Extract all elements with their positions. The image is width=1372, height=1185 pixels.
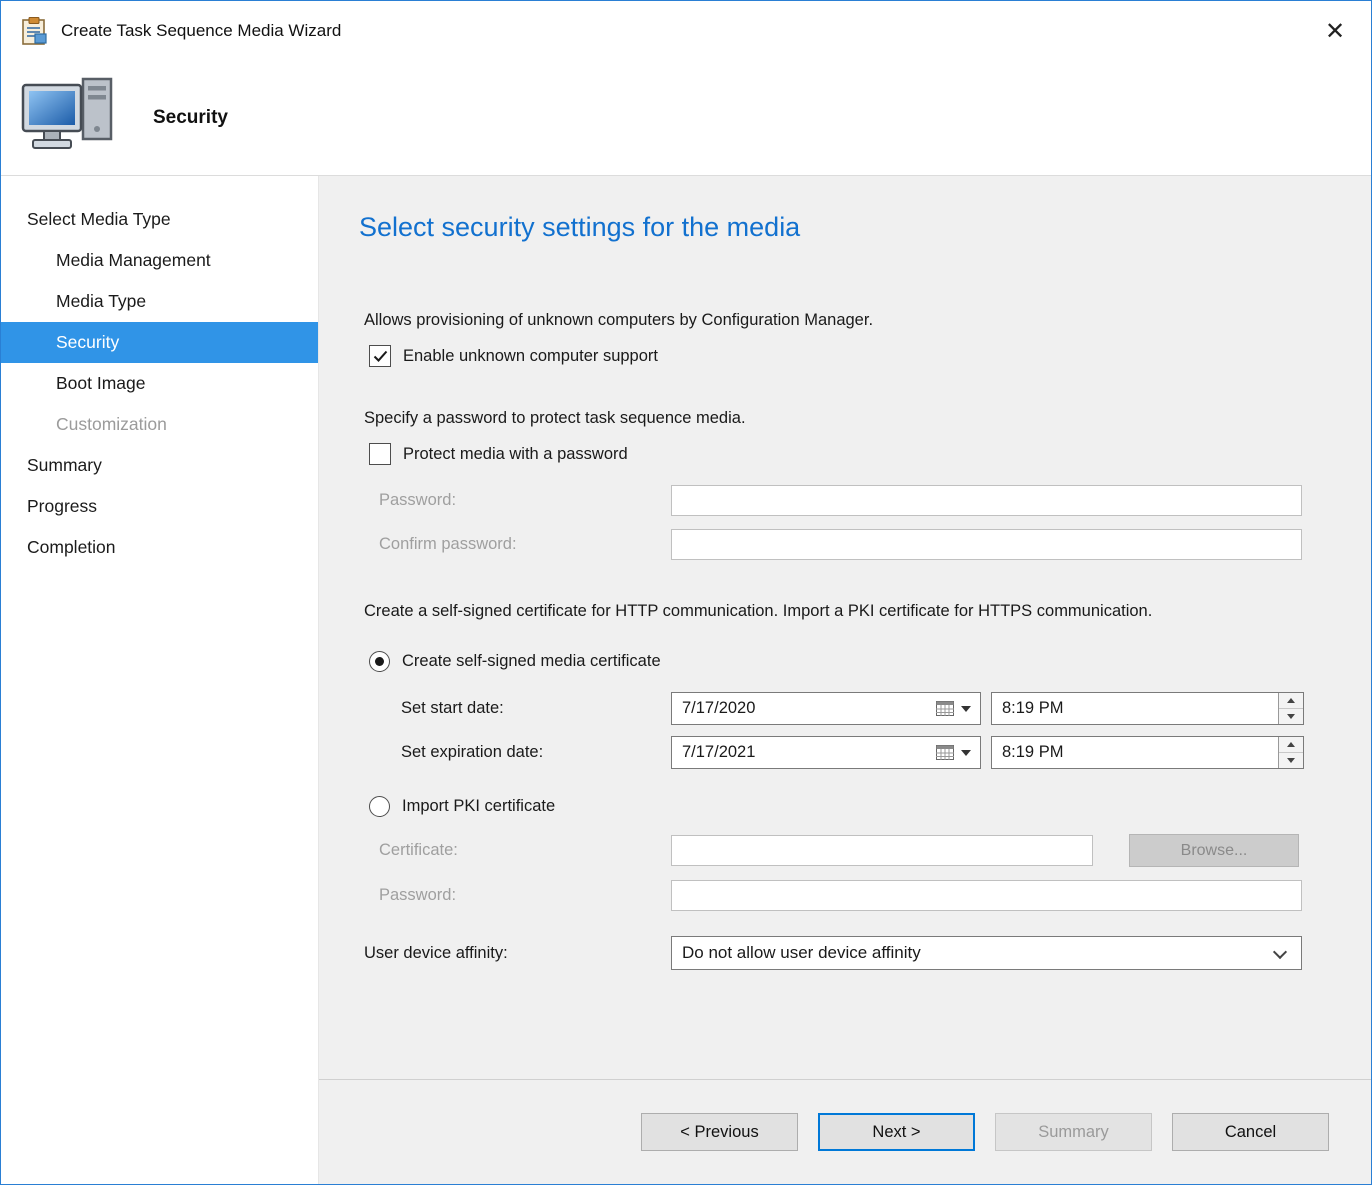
sidebar-item-summary: Summary bbox=[1, 445, 318, 486]
confirm-password-input[interactable] bbox=[671, 529, 1302, 560]
sidebar-item-select-media-type: Select Media Type bbox=[1, 199, 318, 240]
enable-unknown-computer-checkbox-row: Enable unknown computer support bbox=[369, 345, 1371, 367]
pki-password-input[interactable] bbox=[671, 880, 1302, 911]
window-title: Create Task Sequence Media Wizard bbox=[61, 21, 341, 41]
certificate-input[interactable] bbox=[671, 835, 1093, 866]
start-time-value: 8:19 PM bbox=[1002, 699, 1063, 718]
start-date-label: Set start date: bbox=[401, 699, 671, 718]
self-signed-radio-row: Create self-signed media certificate bbox=[369, 651, 1371, 672]
start-date-value: 7/17/2020 bbox=[682, 699, 755, 718]
self-signed-radio[interactable] bbox=[369, 651, 390, 672]
enable-unknown-computer-checkbox[interactable] bbox=[369, 345, 391, 367]
computer-icon bbox=[19, 73, 123, 163]
sidebar-item-customization: Customization bbox=[1, 404, 318, 445]
page-title: Security bbox=[153, 107, 228, 129]
sidebar-item-boot-image: Boot Image bbox=[1, 363, 318, 404]
certificate-description: Create a self-signed certificate for HTT… bbox=[364, 600, 1224, 623]
radio-selected-dot bbox=[375, 657, 384, 666]
calendar-icon bbox=[936, 745, 954, 760]
content-heading: Select security settings for the media bbox=[359, 212, 1371, 243]
wizard-steps-sidebar: Select Media Type Media Management Media… bbox=[1, 176, 319, 1184]
expiration-date-label: Set expiration date: bbox=[401, 743, 671, 762]
sidebar-item-media-type: Media Type bbox=[1, 281, 318, 322]
unknown-computers-description: Allows provisioning of unknown computers… bbox=[364, 309, 1371, 332]
previous-button[interactable]: < Previous bbox=[641, 1113, 798, 1151]
spinner-down-icon[interactable] bbox=[1279, 709, 1303, 724]
password-input[interactable] bbox=[671, 485, 1302, 516]
spinner-down-icon[interactable] bbox=[1279, 753, 1303, 768]
main-area: Select Media Type Media Management Media… bbox=[1, 176, 1371, 1184]
titlebar: Create Task Sequence Media Wizard ✕ bbox=[1, 1, 1371, 61]
start-date-picker[interactable]: 7/17/2020 bbox=[671, 692, 981, 725]
user-device-affinity-dropdown[interactable]: Do not allow user device affinity bbox=[671, 936, 1302, 970]
wizard-window: Create Task Sequence Media Wizard ✕ bbox=[0, 0, 1372, 1185]
start-time-spinner[interactable]: 8:19 PM bbox=[991, 692, 1304, 725]
close-icon[interactable]: ✕ bbox=[1313, 9, 1357, 53]
content-pane: Select security settings for the media A… bbox=[319, 176, 1371, 1184]
protect-media-checkbox[interactable] bbox=[369, 443, 391, 465]
confirm-password-label: Confirm password: bbox=[379, 535, 671, 554]
protect-media-checkbox-row: Protect media with a password bbox=[369, 443, 1371, 465]
wizard-clipboard-icon bbox=[19, 16, 49, 46]
enable-unknown-computer-label: Enable unknown computer support bbox=[403, 347, 658, 366]
protect-media-label: Protect media with a password bbox=[403, 445, 628, 464]
password-label: Password: bbox=[379, 491, 671, 510]
calendar-icon bbox=[936, 701, 954, 716]
checkmark-icon bbox=[373, 350, 388, 363]
pki-password-label: Password: bbox=[379, 886, 671, 905]
next-button[interactable]: Next > bbox=[818, 1113, 975, 1151]
spinner-up-icon[interactable] bbox=[1279, 693, 1303, 709]
dropdown-arrow-icon[interactable] bbox=[961, 706, 971, 712]
user-device-affinity-label: User device affinity: bbox=[364, 944, 671, 963]
combo-chevron-icon bbox=[1273, 945, 1287, 959]
sidebar-item-media-management: Media Management bbox=[1, 240, 318, 281]
sidebar-item-completion: Completion bbox=[1, 527, 318, 568]
expiration-time-value: 8:19 PM bbox=[1002, 743, 1063, 762]
sidebar-item-security: Security bbox=[1, 322, 318, 363]
sidebar-item-progress: Progress bbox=[1, 486, 318, 527]
cancel-button[interactable]: Cancel bbox=[1172, 1113, 1329, 1151]
user-device-affinity-value: Do not allow user device affinity bbox=[682, 943, 921, 963]
password-protect-description: Specify a password to protect task seque… bbox=[364, 407, 1371, 430]
expiration-date-value: 7/17/2021 bbox=[682, 743, 755, 762]
import-pki-radio[interactable] bbox=[369, 796, 390, 817]
import-pki-label: Import PKI certificate bbox=[402, 797, 555, 816]
import-pki-radio-row: Import PKI certificate bbox=[369, 796, 1371, 817]
self-signed-label: Create self-signed media certificate bbox=[402, 652, 661, 671]
dropdown-arrow-icon[interactable] bbox=[961, 750, 971, 756]
wizard-button-bar: < Previous Next > Summary Cancel bbox=[319, 1079, 1371, 1184]
expiration-time-spinner[interactable]: 8:19 PM bbox=[991, 736, 1304, 769]
certificate-label: Certificate: bbox=[379, 841, 671, 860]
summary-button[interactable]: Summary bbox=[995, 1113, 1152, 1151]
page-header: Security bbox=[1, 61, 1371, 176]
spinner-up-icon[interactable] bbox=[1279, 737, 1303, 753]
browse-button[interactable]: Browse... bbox=[1129, 834, 1299, 867]
expiration-date-picker[interactable]: 7/17/2021 bbox=[671, 736, 981, 769]
